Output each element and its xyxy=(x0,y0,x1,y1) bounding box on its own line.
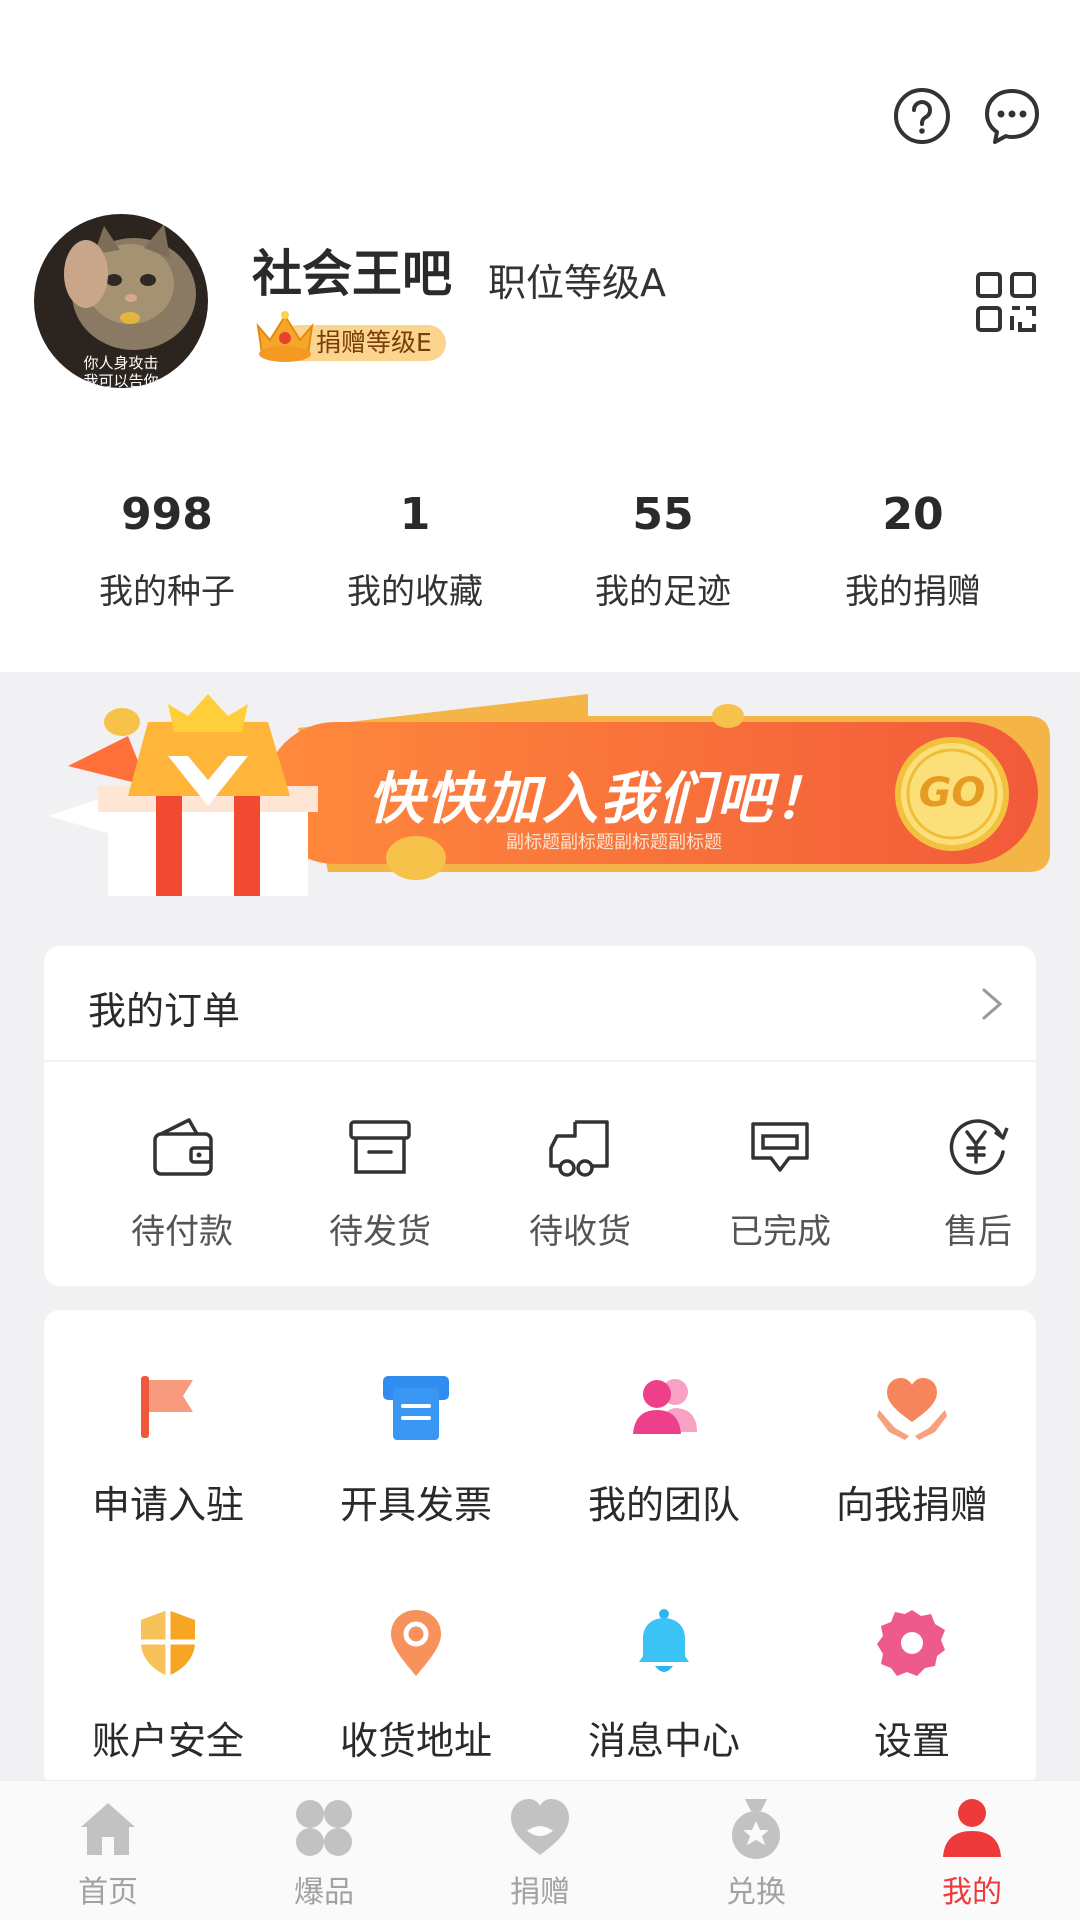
service-label: 消息中心 xyxy=(587,1719,740,1763)
tab-donate[interactable]: 捐赠 xyxy=(460,1795,620,1911)
service-label: 收货地址 xyxy=(339,1719,492,1763)
invoice-icon xyxy=(383,1376,449,1440)
stat-label: 我的种子 xyxy=(99,572,235,612)
chevron-right-icon xyxy=(982,988,1003,1020)
stat-value: 20 xyxy=(882,489,944,540)
join-banner[interactable]: 快快加入我们吧！ 副标题副标题副标题副标题 GO xyxy=(28,676,1058,906)
tab-hot-products[interactable]: 爆品 xyxy=(244,1795,404,1911)
stats-row: 998 我的种子 1 我的收藏 55 我的足迹 20 我的捐赠 xyxy=(0,480,1080,640)
stat-footprints[interactable]: 55 我的足迹 xyxy=(538,480,788,613)
avatar-caption-line-2: 我可以告你 xyxy=(83,372,159,388)
grid-icon xyxy=(296,1800,352,1856)
orders-header[interactable]: 我的订单 xyxy=(44,946,1036,1062)
tab-label: 爆品 xyxy=(294,1875,354,1910)
shield-icon xyxy=(141,1610,195,1676)
service-apply-settle[interactable]: 申请入驻 xyxy=(58,1370,278,1529)
service-team[interactable]: 我的团队 xyxy=(554,1370,774,1529)
message-button[interactable] xyxy=(982,86,1042,146)
banner-subtitle: 副标题副标题副标题副标题 xyxy=(506,832,722,853)
chat-bubble-icon xyxy=(985,89,1039,144)
stat-label: 我的足迹 xyxy=(595,572,731,612)
avatar[interactable]: 你人身攻击 我可以告你 xyxy=(34,214,208,388)
team-icon xyxy=(633,1379,697,1434)
truck-icon xyxy=(549,1120,609,1177)
home-icon xyxy=(81,1803,135,1855)
service-label: 申请入驻 xyxy=(91,1483,244,1527)
heart-hands-icon xyxy=(877,1378,947,1440)
yen-refund-icon xyxy=(949,1119,1009,1175)
service-label: 向我捐赠 xyxy=(835,1483,988,1527)
stat-value: 1 xyxy=(399,489,431,540)
exchange-bag-icon xyxy=(732,1799,780,1859)
person-icon xyxy=(943,1799,1001,1857)
gear-icon xyxy=(877,1610,945,1676)
service-label: 开具发票 xyxy=(339,1483,492,1527)
service-label: 设置 xyxy=(873,1719,950,1763)
order-pending-payment[interactable]: 待付款 xyxy=(102,1112,262,1253)
service-shipping-address[interactable]: 收货地址 xyxy=(306,1606,526,1765)
service-settings[interactable]: 设置 xyxy=(802,1606,1022,1765)
stat-seeds[interactable]: 998 我的种子 xyxy=(42,480,292,613)
help-button[interactable] xyxy=(892,86,952,146)
flag-icon xyxy=(141,1376,193,1438)
order-label: 待付款 xyxy=(131,1212,233,1252)
service-message-center[interactable]: 消息中心 xyxy=(554,1606,774,1765)
stat-label: 我的收藏 xyxy=(347,572,483,612)
heart-icon xyxy=(511,1799,569,1855)
stat-value: 55 xyxy=(632,489,694,540)
qr-code-icon[interactable] xyxy=(974,270,1038,334)
service-account-security[interactable]: 账户安全 xyxy=(58,1606,278,1765)
tab-label: 首页 xyxy=(78,1875,138,1910)
stat-value: 998 xyxy=(121,489,213,540)
order-label: 已完成 xyxy=(729,1212,831,1252)
stat-donations[interactable]: 20 我的捐赠 xyxy=(788,480,1038,613)
tab-label: 我的 xyxy=(942,1875,1002,1910)
order-pending-shipment[interactable]: 待发货 xyxy=(300,1112,460,1253)
crown-icon xyxy=(256,311,314,362)
service-invoice[interactable]: 开具发票 xyxy=(306,1370,526,1529)
service-donate-to-me[interactable]: 向我捐赠 xyxy=(802,1370,1022,1529)
bell-icon xyxy=(639,1609,689,1672)
banner-go-button[interactable]: GO xyxy=(894,770,1010,816)
orders-card: 我的订单 待付款 待发货 待收货 已完成 售后 xyxy=(44,946,1036,1286)
order-label: 待收货 xyxy=(529,1212,631,1252)
order-after-sales[interactable]: 售后 xyxy=(898,1112,1058,1253)
bottom-tab-bar: 首页 爆品 捐赠 兑换 我的 xyxy=(0,1780,1080,1920)
order-completed[interactable]: 已完成 xyxy=(700,1112,860,1253)
orders-title: 我的订单 xyxy=(88,989,241,1033)
services-card: 申请入驻 开具发票 我的团队 向我捐赠 账户安全 收货地址 消息中心 设置 xyxy=(44,1310,1036,1790)
done-icon xyxy=(751,1122,809,1172)
stat-favorites[interactable]: 1 我的收藏 xyxy=(290,480,540,613)
tab-label: 捐赠 xyxy=(510,1875,570,1910)
order-pending-receipt[interactable]: 待收货 xyxy=(500,1112,660,1253)
tab-mine[interactable]: 我的 xyxy=(892,1795,1052,1911)
tab-home[interactable]: 首页 xyxy=(28,1795,188,1911)
service-label: 账户安全 xyxy=(91,1719,244,1763)
wallet-icon xyxy=(153,1118,213,1176)
order-label: 售后 xyxy=(944,1212,1012,1252)
box-icon xyxy=(349,1120,411,1174)
user-name: 社会王吧 xyxy=(252,245,452,303)
location-pin-icon xyxy=(391,1610,441,1676)
stat-label: 我的捐赠 xyxy=(845,572,981,612)
position-level: 职位等级A xyxy=(488,261,666,305)
order-label: 待发货 xyxy=(329,1212,431,1252)
question-circle-icon xyxy=(894,88,950,144)
profile-header: 你人身攻击 我可以告你 社会王吧 职位等级A 捐赠等级E 998 我的种子 1 … xyxy=(0,0,1080,672)
service-label: 我的团队 xyxy=(587,1483,740,1527)
banner-title: 快快加入我们吧！ xyxy=(368,767,832,832)
tab-label: 兑换 xyxy=(726,1875,786,1910)
tab-exchange[interactable]: 兑换 xyxy=(676,1795,836,1911)
